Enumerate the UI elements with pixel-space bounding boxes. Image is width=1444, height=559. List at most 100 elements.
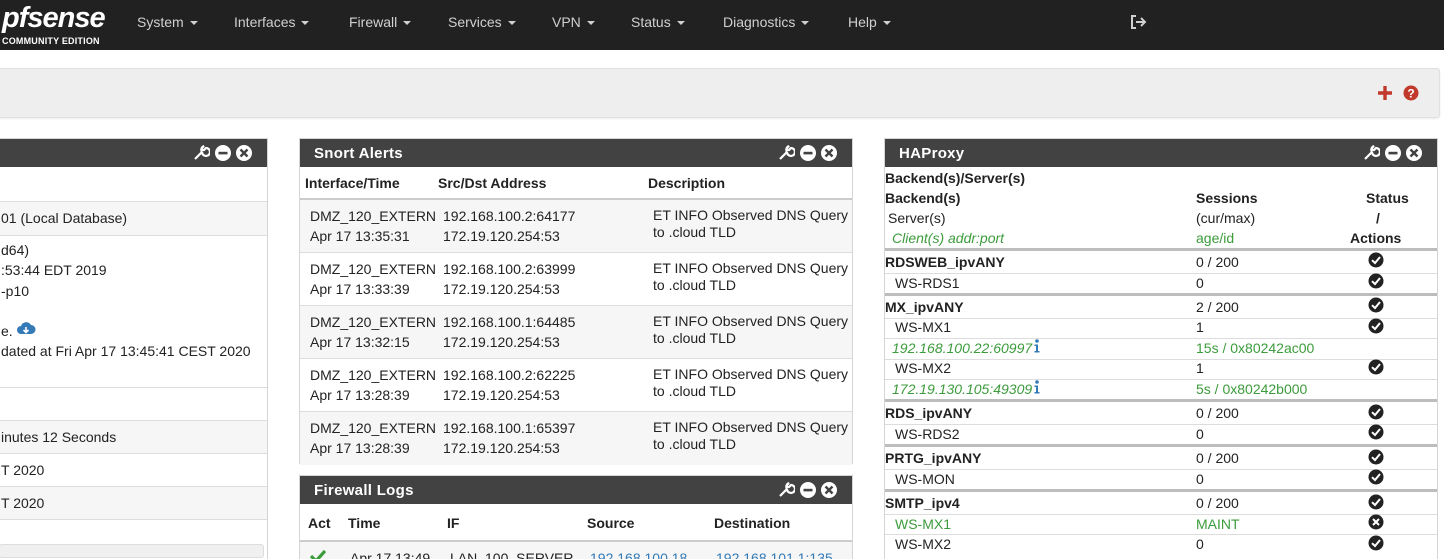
separator [885,489,1437,492]
check-circle-icon[interactable] [1368,273,1384,289]
wrench-icon[interactable] [777,144,795,162]
info-icon[interactable] [1033,339,1041,353]
nav-status[interactable]: Status [631,14,685,30]
separator [885,293,1437,296]
minimize-icon[interactable] [1384,144,1402,162]
minimize-icon[interactable] [799,144,817,162]
wrench-icon[interactable] [192,144,210,162]
backend-sessions: 2 / 200 [1196,299,1239,315]
cell-src: 192.168.100.2:64177 [443,208,576,224]
header-description: Description [648,175,726,191]
check-circle-icon[interactable] [1368,359,1384,375]
info-row [0,167,267,202]
cell-src: 192.168.100.2:62225 [443,367,576,383]
cell-description: to .cloud TLD [653,383,737,399]
cell-time: Apr 17 13:49 [350,550,431,559]
minimize-icon[interactable] [799,481,817,499]
x-circle-icon[interactable] [1368,514,1384,530]
check-circle-icon[interactable] [1368,318,1384,334]
check-circle-icon[interactable] [1368,404,1384,420]
caret-down-icon [586,21,595,25]
cell-dst: 172.19.120.254:53 [443,334,560,350]
cell-src: 192.168.100.1:65397 [443,420,576,436]
info-value: dated at Fri Apr 17 13:45:41 CEST 2020 [1,343,251,359]
info-value: -p10 [1,283,30,299]
cell-description: to .cloud TLD [653,330,737,346]
caret-down-icon [403,21,412,25]
cell-description: to .cloud TLD [653,224,737,240]
info-value: inutes 12 Seconds [1,429,117,445]
server-sessions: 1 [1196,360,1204,376]
header-slash: / [1376,210,1380,226]
close-icon[interactable] [1405,144,1423,162]
caret-down-icon [676,21,685,25]
server-sessions: 1 [1196,319,1204,335]
nav-interfaces[interactable]: Interfaces [234,14,310,30]
logout-icon[interactable] [1129,13,1147,31]
close-icon[interactable] [820,481,838,499]
cell-source-link[interactable]: 192.168.100.18 [590,550,687,559]
divider [885,338,1437,339]
pass-check-icon[interactable] [310,549,326,559]
plus-icon[interactable] [1377,85,1393,101]
close-icon[interactable] [235,144,253,162]
header-ageid: age/id [1196,230,1235,246]
check-circle-icon[interactable] [1368,252,1384,268]
server-sessions: 0 [1196,426,1204,442]
snort-alerts-panel: Snort Alerts Interface/Time Src/Dst Addr… [299,138,853,465]
header-destination: Destination [714,515,791,531]
nav-system-label: System [137,14,184,30]
check-circle-icon[interactable] [1368,424,1384,440]
server-name: WS-MX1 [895,319,951,335]
nav-system[interactable]: System [137,14,198,30]
server-name: WS-RDS2 [895,426,960,442]
pfsense-logo[interactable]: pfsense COMMUNITY EDITION [2,2,112,46]
close-icon[interactable] [820,144,838,162]
nav-firewall[interactable]: Firewall [349,14,412,30]
cell-interface: DMZ_120_EXTERN [310,420,437,436]
nav-help-label: Help [848,14,877,30]
cell-if: LAN_100_SERVER [450,550,574,559]
info-row: inutes 12 Seconds [0,421,267,454]
check-circle-icon[interactable] [1368,494,1384,510]
info-row: d64) :53:44 EDT 2019 -p10 e. dated at Fr… [0,236,267,388]
divider [885,379,1437,380]
cloud-download-icon[interactable] [16,321,36,337]
wrench-icon[interactable] [1362,144,1380,162]
nav-vpn[interactable]: VPN [552,14,595,30]
nav-help[interactable]: Help [848,14,891,30]
caret-down-icon [301,21,310,25]
info-value: e. [1,323,13,339]
nav-firewall-label: Firewall [349,14,398,30]
wrench-icon[interactable] [777,481,795,499]
nav-services[interactable]: Services [448,14,516,30]
minimize-icon[interactable] [214,144,232,162]
cell-dst: 172.19.120.254:53 [443,228,560,244]
cell-time: Apr 17 13:28:39 [310,440,410,456]
nav-status-label: Status [631,14,671,30]
progress-bar [0,544,264,558]
table-header: Act Time IF Source Destination [300,504,852,542]
separator [885,248,1437,251]
check-circle-icon[interactable] [1368,535,1384,551]
divider [885,424,1437,425]
cell-description: to .cloud TLD [653,436,737,452]
help-icon[interactable]: ? [1403,85,1419,101]
cell-destination-link[interactable]: 192.168.101.1:135 [716,550,833,559]
nav-diagnostics[interactable]: Diagnostics [723,14,810,30]
check-circle-icon[interactable] [1368,469,1384,485]
server-sessions: 0 [1196,471,1204,487]
snort-alerts-title: Snort Alerts [300,139,852,167]
server-sessions: 0 [1196,536,1204,552]
backend-sessions: 0 / 200 [1196,450,1239,466]
page-toolbar: ? [0,68,1440,118]
table-header: Interface/Time Src/Dst Address Descripti… [300,167,852,200]
cell-interface: DMZ_120_EXTERN [310,261,437,277]
haproxy-panel: HAProxy Backend(s)/Server(s) Backend(s) … [884,138,1438,559]
check-circle-icon[interactable] [1368,297,1384,313]
cell-description: ET INFO Observed DNS Query [653,313,849,329]
info-icon[interactable] [1033,380,1041,394]
firewall-logs-panel: Firewall Logs Act Time IF Source Destina… [299,475,853,559]
check-circle-icon[interactable] [1368,449,1384,465]
firewall-logs-title: Firewall Logs [300,476,852,504]
